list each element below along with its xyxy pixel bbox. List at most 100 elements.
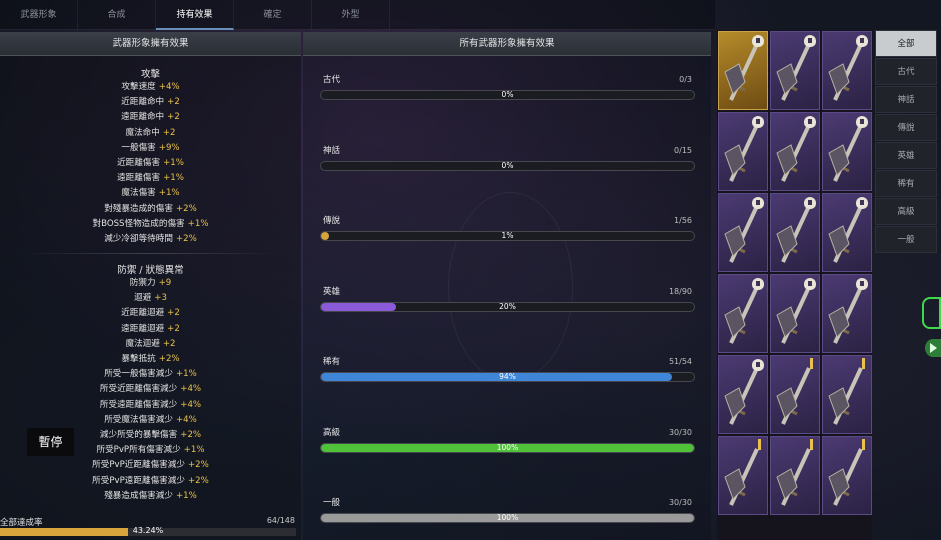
stat-name: 所受遠距離傷害減少 [99,399,178,410]
shield-badge-icon [752,197,764,209]
weapon-cell[interactable] [822,274,872,353]
stat-row: 所受一般傷害減少 +1% [0,367,301,382]
shield-badge-icon [804,197,816,209]
stat-row: 遠距離傷害 +1% [0,171,301,186]
weapon-cell[interactable] [770,274,820,353]
stat-value: +1% [175,490,197,501]
stat-name: 魔法命中 [125,127,160,138]
total-completion-count: 64/148 [266,516,295,525]
shield-badge-icon [752,116,764,128]
stat-value: +9% [158,142,180,153]
weapon-cell[interactable] [822,193,872,272]
filter-button[interactable]: 神話 [875,86,937,113]
stat-name: 近距離傷害 [117,157,161,168]
stat-row: 所受遠距離傷害減少 +4% [0,398,301,413]
exclamation-mark-icon [862,439,865,450]
stat-row: 魔法命中 +2 [0,126,301,141]
all-weapon-effects-panel: 所有武器形象擁有效果 古代 0/3 0% 神話 0/15 0% 傳說 1/56 1% 英雄 18/9… [303,32,711,540]
stat-value: +1% [163,173,184,184]
stat-name: 近距離命中 [121,97,165,108]
tab-appearance[interactable]: 外型 [312,0,390,30]
weapon-cell[interactable] [822,31,872,110]
tab-confirm[interactable]: 確定 [234,0,312,30]
left-panel-title: 武器形象擁有效果 [0,32,301,56]
weapon-cell[interactable] [718,436,768,515]
sword-icon [776,367,811,425]
stat-value: +2% [187,475,209,486]
stat-name: 魔法迴避 [125,338,160,349]
grade-row: 稀有 51/54 94% [320,355,695,385]
stat-row: 遠距離迴避 +2 [0,322,301,337]
grade-name: 高級 [323,427,341,438]
stat-value: +2 [167,323,180,334]
stat-value: +4% [158,82,180,92]
weapon-cell[interactable] [718,31,768,110]
stat-row: 防禦力 +9 [0,276,301,291]
exclamation-mark-icon [862,358,865,369]
stat-row: 魔法傷害 +1% [0,186,301,201]
exclamation-mark-icon [810,439,813,450]
tab-weapon-appearance[interactable]: 武器形象 [0,0,78,30]
section-divider [20,253,281,255]
stat-row: 迴避 +3 [0,291,301,306]
stat-value: +1% [187,218,209,229]
middle-panel-title: 所有武器形象擁有效果 [303,32,711,56]
stat-name: 殘暴造成傷害減少 [104,490,173,501]
grade-row: 神話 0/15 0% [320,144,695,174]
grade-count: 0/3 [679,75,692,84]
filter-button[interactable]: 傳說 [875,114,937,141]
weapon-owned-effects-panel: 武器形象擁有效果 攻擊 攻擊速度 +4% 近距離命中 +2 遠距離命中 +2 魔法命中 +2 一… [0,32,301,540]
weapon-cell[interactable] [770,31,820,110]
grade-percent: 0% [501,160,514,170]
grade-percent: 100% [496,442,519,452]
attack-stat-list: 攻擊速度 +4% 近距離命中 +2 遠距離命中 +2 魔法命中 +2 一般傷害 +9% 近距離傷害 +… [0,80,301,247]
grade-row: 一般 30/30 100% [320,496,695,526]
filter-button[interactable]: 高級 [875,198,937,225]
grade-row: 英雄 18/90 20% [320,285,695,315]
weapon-cell[interactable] [822,112,872,191]
weapon-cell[interactable] [770,355,820,434]
stat-name: 遠距離迴避 [121,323,165,334]
stat-row: 近距離命中 +2 [0,95,301,110]
grade-count: 51/54 [668,357,692,366]
stat-value: +2 [167,112,180,123]
tab-owned-effects[interactable]: 持有效果 [156,0,234,30]
exclamation-mark-icon [758,439,761,450]
weapon-cell[interactable] [770,193,820,272]
stat-value: +4% [180,384,202,395]
side-menu-icon[interactable] [922,297,941,329]
weapon-cell[interactable] [718,112,768,191]
weapon-cell[interactable] [718,274,768,353]
grade-percent: 100% [496,513,519,522]
pause-button[interactable]: 暫停 [27,428,74,456]
tab-synthesis[interactable]: 合成 [78,0,156,30]
stat-name: 所受PvP遠距離傷害減少 [92,475,185,486]
stat-value: +2% [175,233,197,244]
weapon-cell[interactable] [718,193,768,272]
weapon-cell[interactable] [822,436,872,515]
defense-stat-list: 防禦力 +9 迴避 +3 近距離迴避 +2 遠距離迴避 +2 魔法迴避 +2 暴擊抵抗 +2% 所受一般… [0,276,301,504]
grade-name: 古代 [323,75,341,85]
filter-button[interactable]: 英雄 [875,142,937,169]
attack-section-title: 攻擊 [140,69,160,80]
weapon-cell[interactable] [718,355,768,434]
filter-button[interactable]: 古代 [875,58,937,85]
weapon-cell[interactable] [770,436,820,515]
stat-row: 暴擊抵抗 +2% [0,352,301,367]
filter-button[interactable]: 全部 [875,30,937,57]
weapon-cell[interactable] [770,112,820,191]
stat-row: 對BOSS怪物造成的傷害 +1% [0,217,301,232]
stat-value: +4% [180,399,202,410]
stat-row: 近距離傷害 +1% [0,156,301,171]
stat-name: 遠距離傷害 [117,173,161,184]
grade-percent: 0% [501,90,514,99]
grade-count: 30/30 [668,427,692,437]
weapon-cell[interactable] [822,355,872,434]
stat-name: 所受魔法傷害減少 [104,414,173,425]
weapon-appearance-grid[interactable] [717,30,872,540]
stat-value: +1% [183,445,205,456]
play-icon[interactable] [925,339,941,357]
filter-button[interactable]: 一般 [875,226,937,253]
filter-button[interactable]: 稀有 [875,170,937,197]
stat-name: 一般傷害 [121,142,156,153]
